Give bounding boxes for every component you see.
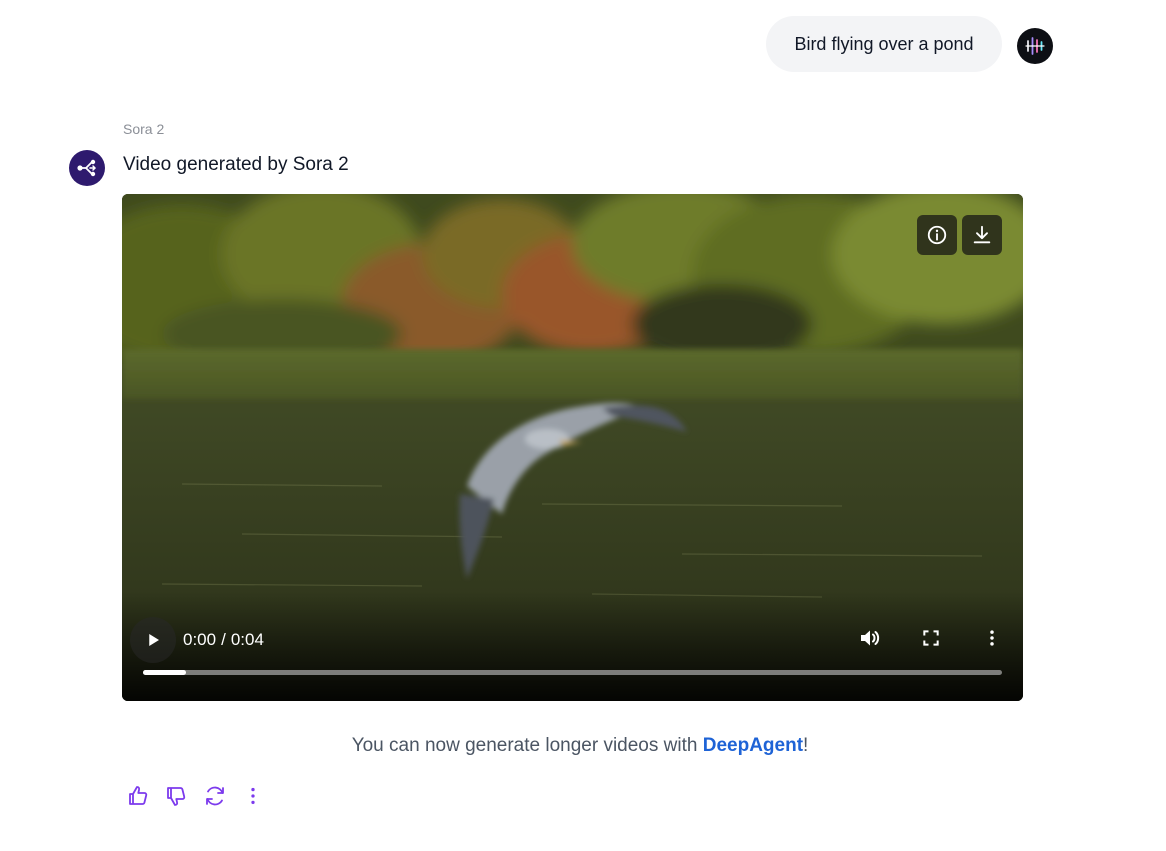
assistant-avatar	[69, 150, 105, 186]
more-options-button[interactable]	[978, 624, 1006, 652]
user-avatar[interactable]	[1017, 28, 1053, 64]
volume-button[interactable]	[856, 624, 884, 652]
download-icon	[973, 225, 991, 244]
deepagent-link[interactable]: DeepAgent	[703, 735, 803, 756]
progress-fill	[143, 670, 186, 675]
fullscreen-button[interactable]	[917, 624, 945, 652]
promo-suffix: !	[803, 735, 809, 756]
current-time: 0:00	[183, 630, 217, 649]
thumbs-up-icon	[129, 786, 148, 805]
equalizer-bars-icon	[1025, 37, 1045, 55]
user-message-text: Bird flying over a pond	[794, 33, 974, 54]
video-player[interactable]: 0:00 / 0:04	[122, 194, 1023, 701]
info-icon	[927, 225, 947, 245]
thumbs-down-button[interactable]	[162, 782, 190, 810]
user-message-bubble: Bird flying over a pond	[766, 16, 1002, 72]
regenerate-icon	[206, 786, 224, 806]
model-name: Sora 2	[123, 121, 165, 137]
info-button[interactable]	[917, 215, 957, 255]
more-actions-button[interactable]	[239, 782, 267, 810]
duration: 0:04	[230, 630, 264, 649]
response-title: Video generated by Sora 2	[123, 154, 349, 175]
download-button[interactable]	[962, 215, 1002, 255]
promo-text: You can now generate longer videos with …	[122, 735, 1038, 757]
promo-prefix: You can now generate longer videos with	[351, 735, 703, 756]
play-button[interactable]	[130, 617, 176, 663]
more-options-icon	[990, 630, 994, 646]
thumbs-up-button[interactable]	[124, 782, 152, 810]
more-vertical-icon	[251, 787, 255, 805]
volume-icon	[861, 630, 880, 646]
time-separator: /	[221, 630, 226, 649]
share-nodes-icon	[77, 159, 97, 177]
play-icon	[149, 634, 159, 646]
thumbs-down-icon	[167, 787, 186, 806]
fullscreen-icon	[923, 630, 939, 646]
progress-bar[interactable]	[143, 670, 1002, 675]
regenerate-button[interactable]	[201, 782, 229, 810]
time-display: 0:00 / 0:04	[183, 630, 264, 650]
